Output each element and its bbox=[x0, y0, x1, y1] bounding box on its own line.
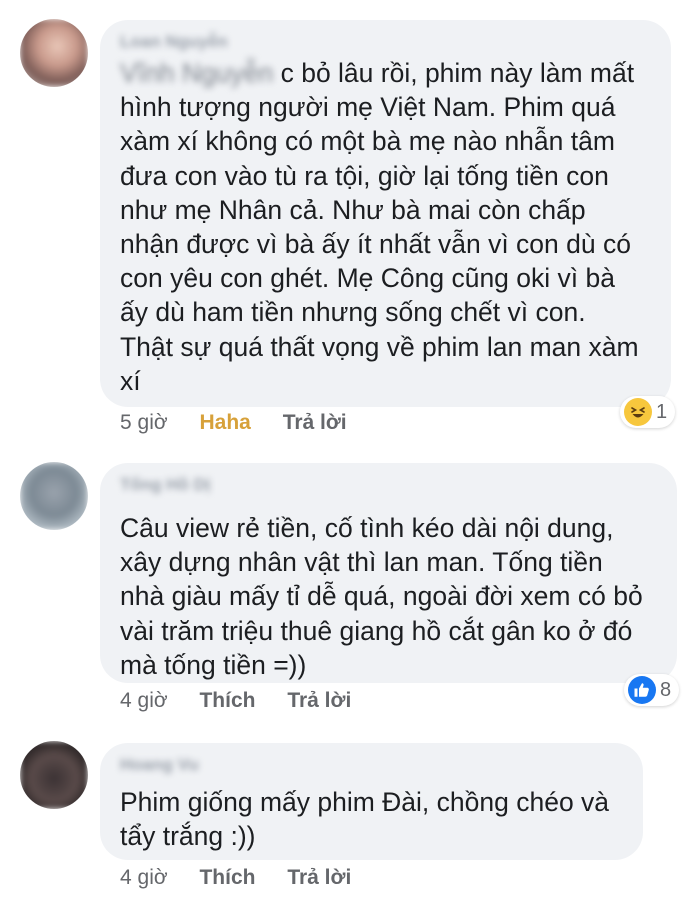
comment-time[interactable]: 4 giờ bbox=[120, 866, 168, 890]
comment-author[interactable]: Tống Hồ Dị bbox=[120, 475, 659, 511]
comment-text: hình tượng người mẹ Việt Nam. Phim quá x… bbox=[120, 92, 639, 396]
reaction-summary[interactable]: 1 bbox=[620, 396, 676, 428]
like-button[interactable]: Thích bbox=[199, 866, 255, 890]
comment-bubble: Hoang Vu Phim giống mấy phim Đài, chồng … bbox=[100, 743, 643, 860]
haha-button[interactable]: Haha bbox=[199, 411, 250, 435]
avatar[interactable] bbox=[20, 19, 88, 87]
comment-author[interactable]: Hoang Vu bbox=[120, 755, 625, 785]
comment-time[interactable]: 4 giờ bbox=[120, 689, 168, 713]
comment-bubble: Loan Nguyễn Vĩnh Nguyễn c bỏ lâu rồi, ph… bbox=[100, 20, 671, 407]
reply-button[interactable]: Trả lời bbox=[287, 689, 351, 713]
comment-bubble: Tống Hồ Dị Câu view rẻ tiền, cố tình kéo… bbox=[100, 463, 677, 683]
comment-actions: 4 giờ Thích Trả lời bbox=[120, 866, 377, 890]
blurred-mention: Vĩnh Nguyễn bbox=[120, 58, 274, 88]
comment-actions: 4 giờ Thích Trả lời bbox=[120, 689, 377, 713]
haha-emoji-icon bbox=[624, 398, 652, 426]
comment-text: Câu view rẻ tiền, cố tình kéo dài nội du… bbox=[120, 513, 643, 680]
avatar[interactable] bbox=[20, 741, 88, 809]
reply-button[interactable]: Trả lời bbox=[287, 866, 351, 890]
reply-button[interactable]: Trả lời bbox=[283, 411, 347, 435]
like-thumb-icon bbox=[628, 676, 656, 704]
comment-text: Phim giống mấy phim Đài, chồng chéo và t… bbox=[120, 787, 610, 852]
reaction-count: 8 bbox=[660, 678, 672, 701]
comment-time[interactable]: 5 giờ bbox=[120, 411, 168, 435]
like-button[interactable]: Thích bbox=[199, 689, 255, 713]
reaction-summary[interactable]: 8 bbox=[624, 674, 680, 706]
comment-actions: 5 giờ Haha Trả lời bbox=[120, 411, 373, 435]
avatar[interactable] bbox=[20, 462, 88, 530]
reaction-count: 1 bbox=[656, 400, 668, 423]
